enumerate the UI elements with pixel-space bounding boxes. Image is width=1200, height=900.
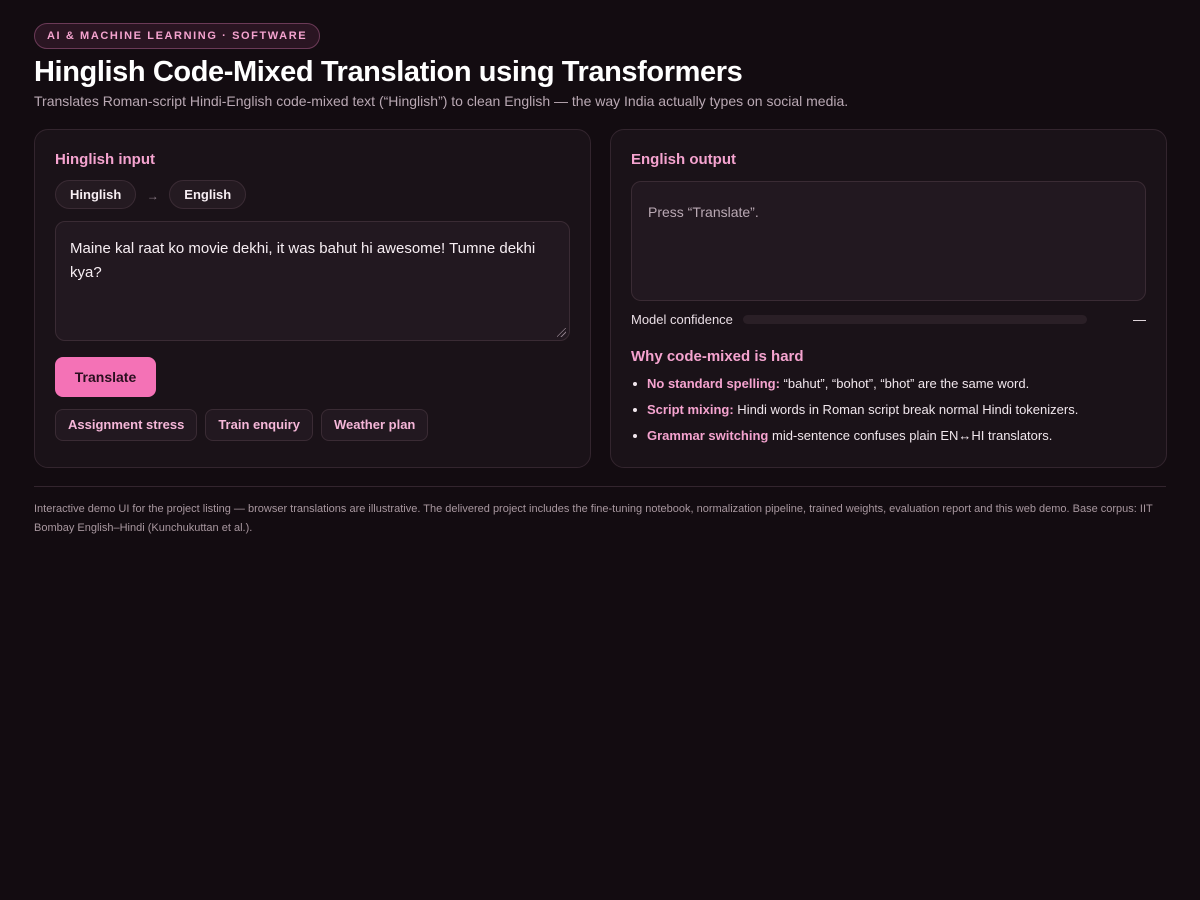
arrow-right-icon: → — [146, 189, 159, 203]
why-item-bold: Script mixing: — [647, 402, 734, 417]
footer-divider — [34, 486, 1166, 487]
confidence-label: Model confidence — [631, 311, 733, 327]
why-item: Grammar switching mid-sentence confuses … — [631, 428, 1146, 444]
output-card-title: English output — [631, 151, 736, 168]
page-subtitle: Translates Roman-script Hindi-English co… — [34, 93, 849, 109]
why-list: No standard spelling: “bahut”, “bohot”, … — [631, 376, 1146, 444]
confidence-value: — — [1133, 311, 1146, 327]
why-item-text: “bahut”, “bohot”, “bhot” are the same wo… — [779, 376, 1030, 391]
output-card: English output Press “Translate”. Model … — [610, 129, 1167, 468]
category-badge: AI & MACHINE LEARNING · SOFTWARE — [34, 23, 321, 49]
hinglish-textarea[interactable]: Maine kal raat ko movie dekhi, it was ba… — [55, 221, 570, 341]
why-title: Why code-mixed is hard — [631, 348, 804, 365]
translate-button[interactable]: Translate — [55, 357, 156, 397]
confidence-bar — [743, 314, 1087, 324]
source-language-pill[interactable]: Hinglish — [55, 180, 137, 209]
sample-buttons: Assignment stress Train enquiry Weather … — [55, 409, 570, 441]
footer-note: Interactive demo UI for the project list… — [34, 503, 1153, 534]
why-item-bold: No standard spelling: — [647, 376, 780, 391]
english-output-box: Press “Translate”. — [631, 181, 1146, 301]
why-item-bold: Grammar switching — [647, 428, 769, 443]
sample-train-enquiry[interactable]: Train enquiry — [205, 409, 313, 441]
sample-assignment-stress[interactable]: Assignment stress — [55, 409, 198, 441]
language-row: Hinglish → English — [55, 180, 570, 209]
page: AI & MACHINE LEARNING · SOFTWARE Hinglis… — [0, 0, 1200, 900]
input-card: Hinglish input Hinglish → English Maine … — [34, 129, 591, 468]
hinglish-text: Maine kal raat ko movie dekhi, it was ba… — [70, 240, 536, 281]
output-placeholder: Press “Translate”. — [648, 204, 759, 220]
cards-row: Hinglish input Hinglish → English Maine … — [34, 129, 1167, 468]
sample-weather-plan[interactable]: Weather plan — [320, 409, 429, 441]
why-item: No standard spelling: “bahut”, “bohot”, … — [631, 376, 1146, 392]
why-item-text: Hindi words in Roman script break normal… — [733, 402, 1079, 417]
page-title: Hinglish Code-Mixed Translation using Tr… — [34, 56, 743, 88]
why-item: Script mixing: Hindi words in Roman scri… — [631, 402, 1146, 418]
why-item-text: mid-sentence confuses plain EN↔HI transl… — [768, 428, 1053, 443]
resize-handle-icon[interactable] — [557, 328, 566, 337]
confidence-row: Model confidence — — [631, 311, 1146, 327]
input-card-title: Hinglish input — [55, 151, 155, 168]
target-language-pill[interactable]: English — [169, 180, 247, 209]
